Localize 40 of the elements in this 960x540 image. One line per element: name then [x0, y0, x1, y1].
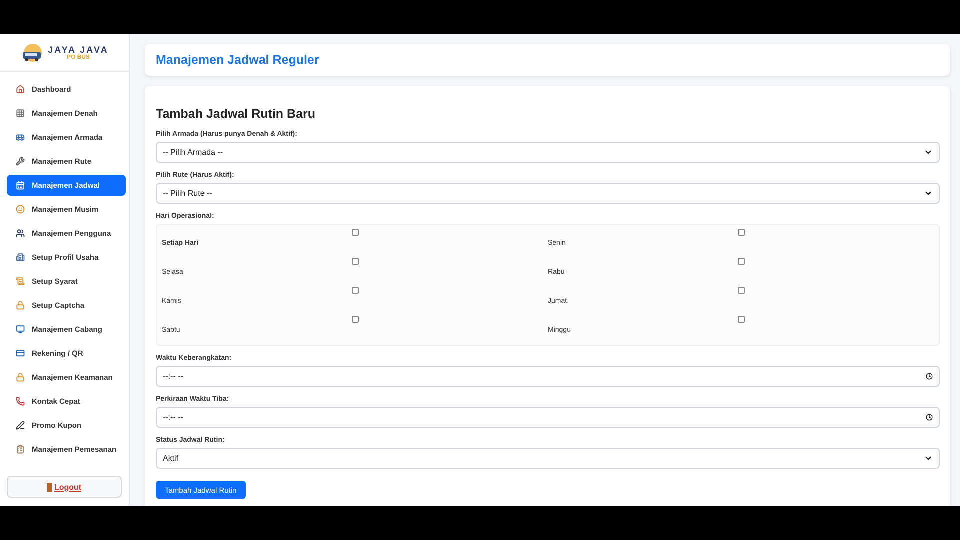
bus-sun-logo [20, 42, 44, 62]
door-icon [47, 482, 52, 492]
checkbox[interactable] [352, 258, 358, 265]
checkbox[interactable] [738, 229, 744, 236]
form-title: Tambah Jadwal Rutin Baru [156, 107, 317, 121]
monitor-icon [16, 325, 25, 334]
bus-icon [16, 133, 25, 142]
logo-title: JAYA JAVA [48, 44, 109, 54]
grid-icon [16, 109, 25, 118]
smiley-icon [16, 205, 25, 214]
home-icon [16, 85, 25, 94]
time-field[interactable]: --:-- -- [156, 407, 940, 428]
lock-icon [16, 301, 25, 310]
clipboard-icon [16, 445, 25, 454]
card-icon [16, 349, 25, 358]
page-title: Manajemen Jadwal Reguler [156, 53, 320, 67]
calendar-icon [16, 181, 25, 190]
checkbox[interactable] [738, 287, 744, 294]
checkbox[interactable] [352, 287, 358, 294]
phone-icon [16, 397, 25, 406]
clock-icon [926, 414, 933, 421]
pen-icon [16, 421, 25, 430]
logout-button[interactable]: Logout [7, 476, 122, 498]
select-field[interactable]: Aktif [156, 448, 940, 469]
checkbox[interactable] [352, 316, 358, 323]
clock-icon [926, 373, 933, 380]
select-field[interactable]: -- Pilih Rute -- [156, 183, 940, 204]
checkbox[interactable] [738, 258, 744, 265]
chevron-down-icon [924, 148, 933, 157]
checkbox[interactable] [738, 316, 744, 323]
building-icon [16, 253, 25, 262]
scroll-icon [16, 277, 25, 286]
checkbox[interactable] [352, 229, 358, 236]
lock-icon [16, 373, 25, 382]
chevron-down-icon [924, 454, 933, 463]
users-icon [16, 229, 25, 238]
tools-icon [16, 157, 25, 166]
chevron-down-icon [924, 189, 933, 198]
time-field[interactable]: --:-- -- [156, 366, 940, 387]
select-field[interactable]: -- Pilih Armada -- [156, 142, 940, 163]
